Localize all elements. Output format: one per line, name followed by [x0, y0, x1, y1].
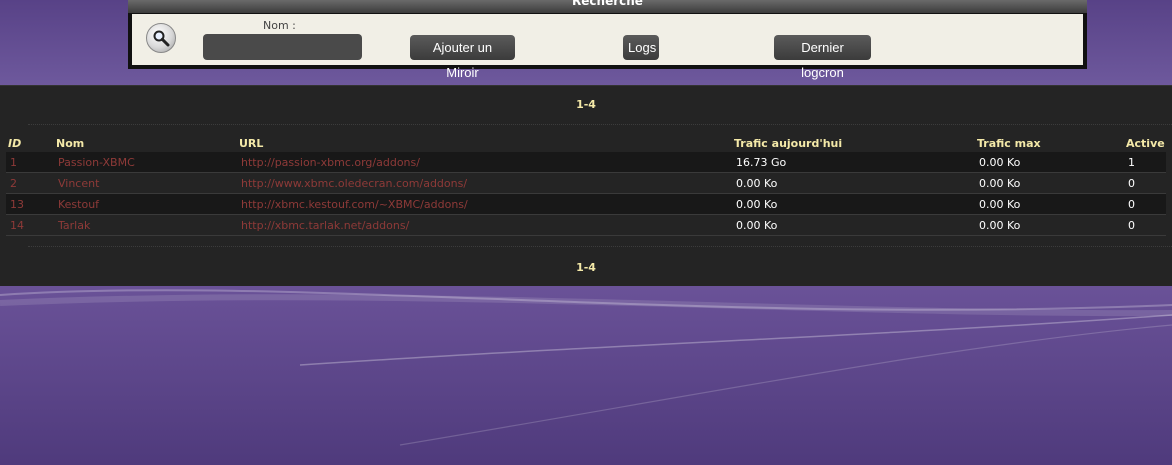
- cell-nom[interactable]: Kestouf: [54, 193, 237, 215]
- cell-active: 0: [1124, 193, 1166, 215]
- column-header-traffic-max[interactable]: Trafic max: [975, 135, 1124, 152]
- mirrors-table: ID Nom URL Trafic aujourd'hui Trafic max…: [6, 135, 1166, 236]
- cell-traffic-max: 0.00 Ko: [975, 193, 1124, 215]
- cell-nom[interactable]: Vincent: [54, 172, 237, 194]
- table-row: 13 Kestouf http://xbmc.kestouf.com/~XBMC…: [6, 193, 1166, 215]
- cell-active: 0: [1124, 172, 1166, 194]
- cell-traffic-today: 16.73 Go: [732, 152, 975, 173]
- search-panel-header: Recherche: [128, 0, 1087, 13]
- pagination-top[interactable]: 1-4: [0, 98, 1172, 111]
- last-logcron-button[interactable]: Dernier logcron: [774, 35, 871, 80]
- cell-traffic-max: 0.00 Ko: [975, 172, 1124, 194]
- cell-traffic-max: 0.00 Ko: [975, 152, 1124, 173]
- cell-url[interactable]: http://www.xbmc.oledecran.com/addons/: [237, 172, 732, 194]
- table-row: 1 Passion-XBMC http://passion-xbmc.org/a…: [6, 152, 1166, 173]
- column-header-traffic-today[interactable]: Trafic aujourd'hui: [732, 135, 975, 152]
- table-row: 2 Vincent http://www.xbmc.oledecran.com/…: [6, 172, 1166, 194]
- cell-id[interactable]: 14: [6, 214, 54, 236]
- cell-id[interactable]: 2: [6, 172, 54, 194]
- search-panel: Recherche Nom : Ajouter un Miroir Logs D…: [128, 0, 1087, 80]
- cell-id[interactable]: 1: [6, 152, 54, 173]
- cell-traffic-today: 0.00 Ko: [732, 214, 975, 236]
- cell-id[interactable]: 13: [6, 193, 54, 215]
- cell-url[interactable]: http://xbmc.kestouf.com/~XBMC/addons/: [237, 193, 732, 215]
- cell-nom[interactable]: Passion-XBMC: [54, 152, 237, 173]
- logs-button[interactable]: Logs: [623, 35, 659, 60]
- add-mirror-button[interactable]: Ajouter un Miroir: [410, 35, 515, 80]
- nom-input[interactable]: [203, 34, 362, 60]
- cell-url[interactable]: http://passion-xbmc.org/addons/: [237, 152, 732, 173]
- pagination-bottom[interactable]: 1-4: [0, 261, 1172, 274]
- column-header-nom[interactable]: Nom: [54, 135, 237, 152]
- search-button[interactable]: [146, 23, 176, 53]
- cell-active: 1: [1124, 152, 1166, 173]
- results-panel: 1-4 ID Nom URL Trafic aujourd'hui Trafic…: [0, 85, 1172, 286]
- background-swoosh: [0, 285, 1172, 465]
- cell-traffic-today: 0.00 Ko: [732, 172, 975, 194]
- nom-label: Nom :: [263, 19, 296, 32]
- divider: [28, 246, 1172, 247]
- column-header-id[interactable]: ID: [6, 135, 54, 152]
- table-header-row: ID Nom URL Trafic aujourd'hui Trafic max…: [6, 135, 1166, 152]
- search-panel-body: Nom : Ajouter un Miroir Logs Dernier log…: [132, 14, 1083, 80]
- divider: [28, 124, 1172, 125]
- cell-active: 0: [1124, 214, 1166, 236]
- table-row: 14 Tarlak http://xbmc.tarlak.net/addons/…: [6, 214, 1166, 236]
- cell-traffic-today: 0.00 Ko: [732, 193, 975, 215]
- column-header-active[interactable]: Active: [1124, 135, 1166, 152]
- cell-nom[interactable]: Tarlak: [54, 214, 237, 236]
- column-header-url[interactable]: URL: [237, 135, 732, 152]
- cell-traffic-max: 0.00 Ko: [975, 214, 1124, 236]
- magnifier-icon: [153, 30, 170, 47]
- cell-url[interactable]: http://xbmc.tarlak.net/addons/: [237, 214, 732, 236]
